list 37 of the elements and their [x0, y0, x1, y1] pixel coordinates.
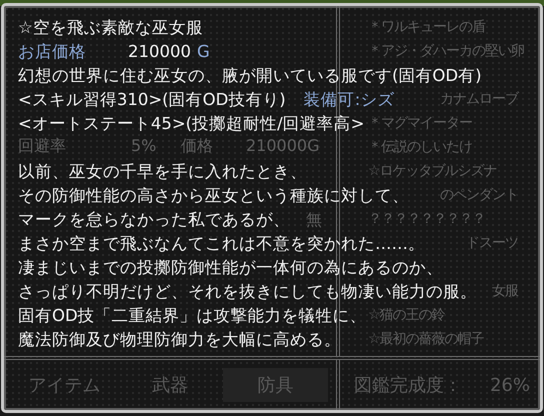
item-name[interactable]: ドスーツ	[466, 235, 518, 251]
equip-info: 装備可:シズ	[304, 90, 394, 110]
category-tab[interactable]: 武器	[117, 368, 223, 402]
completion-label: 図鑑完成度：	[354, 374, 462, 398]
stat-value: 210000G	[246, 136, 320, 156]
item-name[interactable]: ＊マグマイーター	[368, 115, 472, 131]
stat-label: 回避率	[18, 136, 67, 156]
price-label: お店価格	[18, 42, 86, 62]
stat-value: 無	[306, 210, 322, 230]
item-info: <スキル習得310>(固有OD技有り)	[18, 90, 286, 110]
category-tab[interactable]: アイテム	[12, 368, 118, 402]
description-line: まさか空まで飛ぶなんてこれは不意を突かれた……。	[18, 234, 425, 254]
description-line: 固有OD技「二重結界」は攻撃能力を犠牲に、	[18, 306, 367, 326]
item-name[interactable]: ☆最初の薔薇の帽子	[368, 331, 484, 347]
stat-label: 価格	[181, 136, 214, 156]
item-name[interactable]: のペンダント	[440, 187, 518, 203]
description-line: マークを怠らなかった私であるが、	[18, 210, 290, 230]
item-name[interactable]: ☆ロケッタブルシズナ	[368, 163, 497, 179]
description-line: その防御性能の高さから巫女という種族に対して、	[18, 186, 409, 206]
description-line: 以前、巫女の千早を手に入れたとき、	[18, 162, 307, 182]
item-name[interactable]: カナムローブ	[440, 91, 518, 107]
description-line: 凄まじいまでの投擲防御性能が一体何の為にあるのか、	[18, 258, 443, 278]
item-name[interactable]: ？？？？？？？？？	[368, 211, 485, 227]
item-info: 幻想の世界に住む巫女の、腋が開いている服です(固有OD有)	[18, 66, 482, 86]
item-name[interactable]: ＊ワルキューレの盾	[368, 19, 485, 35]
completion-value: 26%	[490, 374, 530, 398]
description-line: 魔法防御及び物理防御力を大幅に高める。	[18, 330, 341, 350]
item-name[interactable]: ☆猫の王の鈴	[368, 307, 445, 323]
stat-value: 5%	[131, 136, 158, 156]
item-name[interactable]: ＊伝説のしいたけ	[368, 139, 472, 155]
item-info: <オートステート45>(投擲超耐性/回避率高>	[18, 114, 364, 134]
item-name[interactable]: 女服	[492, 283, 518, 299]
item-title: ☆空を飛ぶ素敵な巫女服	[18, 18, 203, 38]
description-line: さっぱり不明だけど、それを抜きにしても物凄い能力の服。	[18, 282, 477, 302]
price-value: 210000	[128, 42, 191, 62]
item-name[interactable]: ＊アジ・ダハーカの堅い卵	[368, 43, 524, 59]
currency-label: G	[197, 42, 210, 62]
